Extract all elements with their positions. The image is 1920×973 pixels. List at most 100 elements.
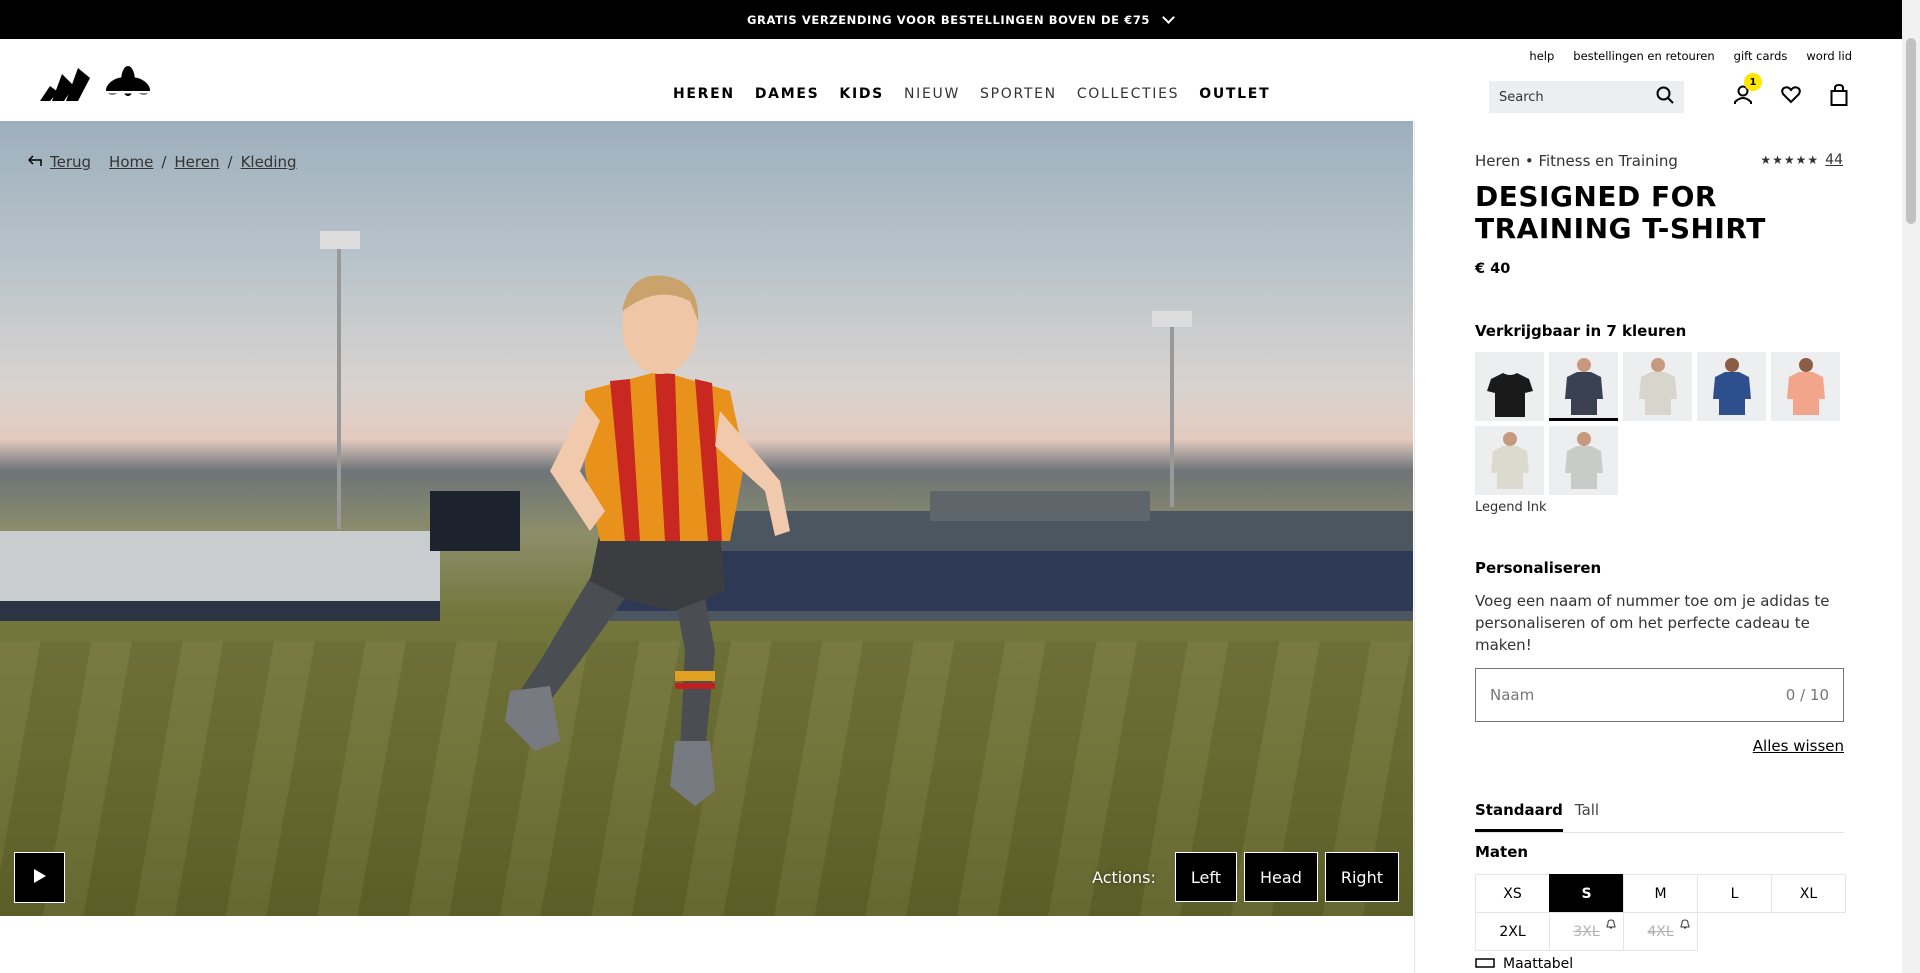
- size-option-unavailable[interactable]: 3XL: [1549, 912, 1624, 951]
- product-price: € 40: [1475, 261, 1511, 277]
- player-model: [505, 275, 790, 806]
- size-option-selected[interactable]: S: [1549, 874, 1624, 913]
- size-guide-link[interactable]: Maattabel: [1475, 956, 1843, 972]
- color-swatch[interactable]: [1549, 426, 1618, 495]
- review-count-link[interactable]: 44: [1825, 152, 1843, 168]
- model-thumbnail: [1638, 358, 1677, 415]
- back-link[interactable]: Terug: [27, 153, 92, 171]
- product-title: DESIGNED FOR TRAINING T-SHIRT: [1475, 180, 1766, 245]
- name-counter: 0 / 10: [1785, 686, 1829, 704]
- action-right-button[interactable]: Right: [1324, 852, 1399, 902]
- ruler-icon: [1475, 956, 1495, 972]
- size-option[interactable]: 2XL: [1475, 912, 1550, 951]
- color-swatch[interactable]: [1623, 352, 1692, 421]
- media-actions: Actions: Left Head Right: [1092, 852, 1399, 902]
- selected-color-name: Legend Ink: [1475, 500, 1547, 515]
- size-option[interactable]: L: [1697, 874, 1772, 913]
- back-label: Terug: [50, 153, 92, 171]
- breadcrumb-separator: /: [227, 153, 233, 171]
- personalize-description: Voeg een naam of nummer toe om je adidas…: [1475, 592, 1830, 654]
- heart-icon: [1781, 86, 1801, 108]
- notify-bell-icon: [1606, 919, 1616, 929]
- util-link-help[interactable]: help: [1529, 49, 1554, 63]
- model-thumbnail: [1564, 358, 1603, 415]
- product-info-panel: Heren • Fitness en Training ★★★★★ 44 DES…: [1414, 121, 1902, 973]
- play-icon: [33, 868, 47, 888]
- breadcrumb: Terug Home / Heren / Kleding: [27, 153, 297, 171]
- breadcrumb-kleding[interactable]: Kleding: [241, 153, 297, 171]
- account-badge: 1: [1744, 73, 1762, 91]
- size-option[interactable]: M: [1623, 874, 1698, 913]
- chevron-down-icon[interactable]: [1162, 10, 1175, 24]
- floodlight: [320, 231, 360, 529]
- nav-dames[interactable]: DAMES: [755, 86, 820, 102]
- breadcrumb-home[interactable]: Home: [109, 153, 153, 171]
- color-swatches: [1475, 352, 1843, 495]
- utility-links: help bestellingen en retouren gift cards…: [1529, 49, 1852, 63]
- search-placeholder: Search: [1499, 89, 1544, 105]
- model-thumbnail: [1786, 358, 1825, 415]
- product-category: Heren • Fitness en Training: [1475, 152, 1678, 170]
- tshirt-thumbnail: [1486, 373, 1533, 417]
- tab-standaard[interactable]: Standaard: [1475, 801, 1563, 832]
- size-guide-label: Maattabel: [1503, 956, 1574, 972]
- size-option[interactable]: XL: [1771, 874, 1846, 913]
- actions-label: Actions:: [1092, 867, 1156, 887]
- nav-heren[interactable]: HEREN: [673, 86, 735, 102]
- nav-kids[interactable]: KIDS: [839, 86, 884, 102]
- breadcrumb-heren[interactable]: Heren: [174, 153, 219, 171]
- model-thumbnail: [1490, 432, 1529, 489]
- action-head-button[interactable]: Head: [1244, 852, 1318, 902]
- sizes-heading: Maten: [1475, 843, 1529, 861]
- site-header: help bestellingen en retouren gift cards…: [0, 39, 1902, 121]
- colors-heading: Verkrijgbaar in 7 kleuren: [1475, 322, 1687, 340]
- model-thumbnail: [1712, 358, 1751, 415]
- promo-banner[interactable]: GRATIS VERZENDING VOOR BESTELLINGEN BOVE…: [0, 0, 1920, 39]
- scrollbar-thumb[interactable]: [1906, 38, 1916, 224]
- nav-outlet[interactable]: OUTLET: [1199, 86, 1270, 102]
- util-link-orders[interactable]: bestellingen en retouren: [1573, 49, 1714, 63]
- clear-all-link[interactable]: Alles wissen: [1475, 737, 1844, 755]
- star-rating-icon: ★★★★★: [1760, 153, 1820, 167]
- action-left-button[interactable]: Left: [1174, 852, 1238, 902]
- cart-button[interactable]: [1825, 83, 1853, 111]
- bag-icon: [1830, 83, 1848, 110]
- search-icon[interactable]: [1656, 86, 1674, 108]
- page-scrollbar[interactable]: [1902, 0, 1920, 973]
- color-swatch[interactable]: [1475, 352, 1544, 421]
- util-link-gift-cards[interactable]: gift cards: [1734, 49, 1788, 63]
- color-swatch[interactable]: [1697, 352, 1766, 421]
- util-link-join[interactable]: word lid: [1806, 49, 1852, 63]
- fit-tabs: Standaard Tall: [1475, 801, 1844, 833]
- size-label: 3XL: [1573, 923, 1600, 940]
- adidas-logo[interactable]: [40, 64, 158, 108]
- size-option-unavailable[interactable]: 4XL: [1623, 912, 1698, 951]
- size-label: 4XL: [1647, 923, 1674, 940]
- nav-collecties[interactable]: COLLECTIES: [1077, 86, 1179, 102]
- notify-bell-icon: [1680, 919, 1690, 929]
- color-swatch-selected[interactable]: [1549, 352, 1618, 421]
- color-swatch[interactable]: [1771, 352, 1840, 421]
- name-field[interactable]: Naam 0 / 10: [1475, 668, 1844, 722]
- rating[interactable]: ★★★★★ 44: [1760, 152, 1843, 168]
- size-grid: XS S M L XL 2XL 3XL 4XL: [1475, 874, 1846, 951]
- wishlist-button[interactable]: [1777, 83, 1805, 111]
- promo-text: GRATIS VERZENDING VOOR BESTELLINGEN BOVE…: [746, 12, 1151, 27]
- play-button[interactable]: [14, 852, 65, 903]
- nav-sporten[interactable]: SPORTEN: [980, 86, 1057, 102]
- account-button[interactable]: 1: [1729, 73, 1762, 111]
- size-option[interactable]: XS: [1475, 874, 1550, 913]
- tab-tall[interactable]: Tall: [1575, 801, 1599, 832]
- breadcrumb-separator: /: [161, 153, 167, 171]
- floodlight: [1152, 311, 1192, 507]
- search-input[interactable]: Search: [1489, 81, 1684, 113]
- product-media-viewer[interactable]: Terug Home / Heren / Kleding Actions: Le…: [0, 121, 1413, 916]
- personalize-heading: Personaliseren: [1475, 559, 1602, 577]
- color-swatch[interactable]: [1475, 426, 1544, 495]
- back-arrow-icon: [27, 153, 42, 171]
- main-nav: HEREN DAMES KIDS NIEUW SPORTEN COLLECTIE…: [673, 86, 1270, 102]
- name-placeholder: Naam: [1490, 686, 1535, 704]
- model-thumbnail: [1564, 432, 1603, 489]
- nav-nieuw[interactable]: NIEUW: [904, 86, 960, 102]
- product-category-row: Heren • Fitness en Training ★★★★★ 44: [1475, 152, 1843, 170]
